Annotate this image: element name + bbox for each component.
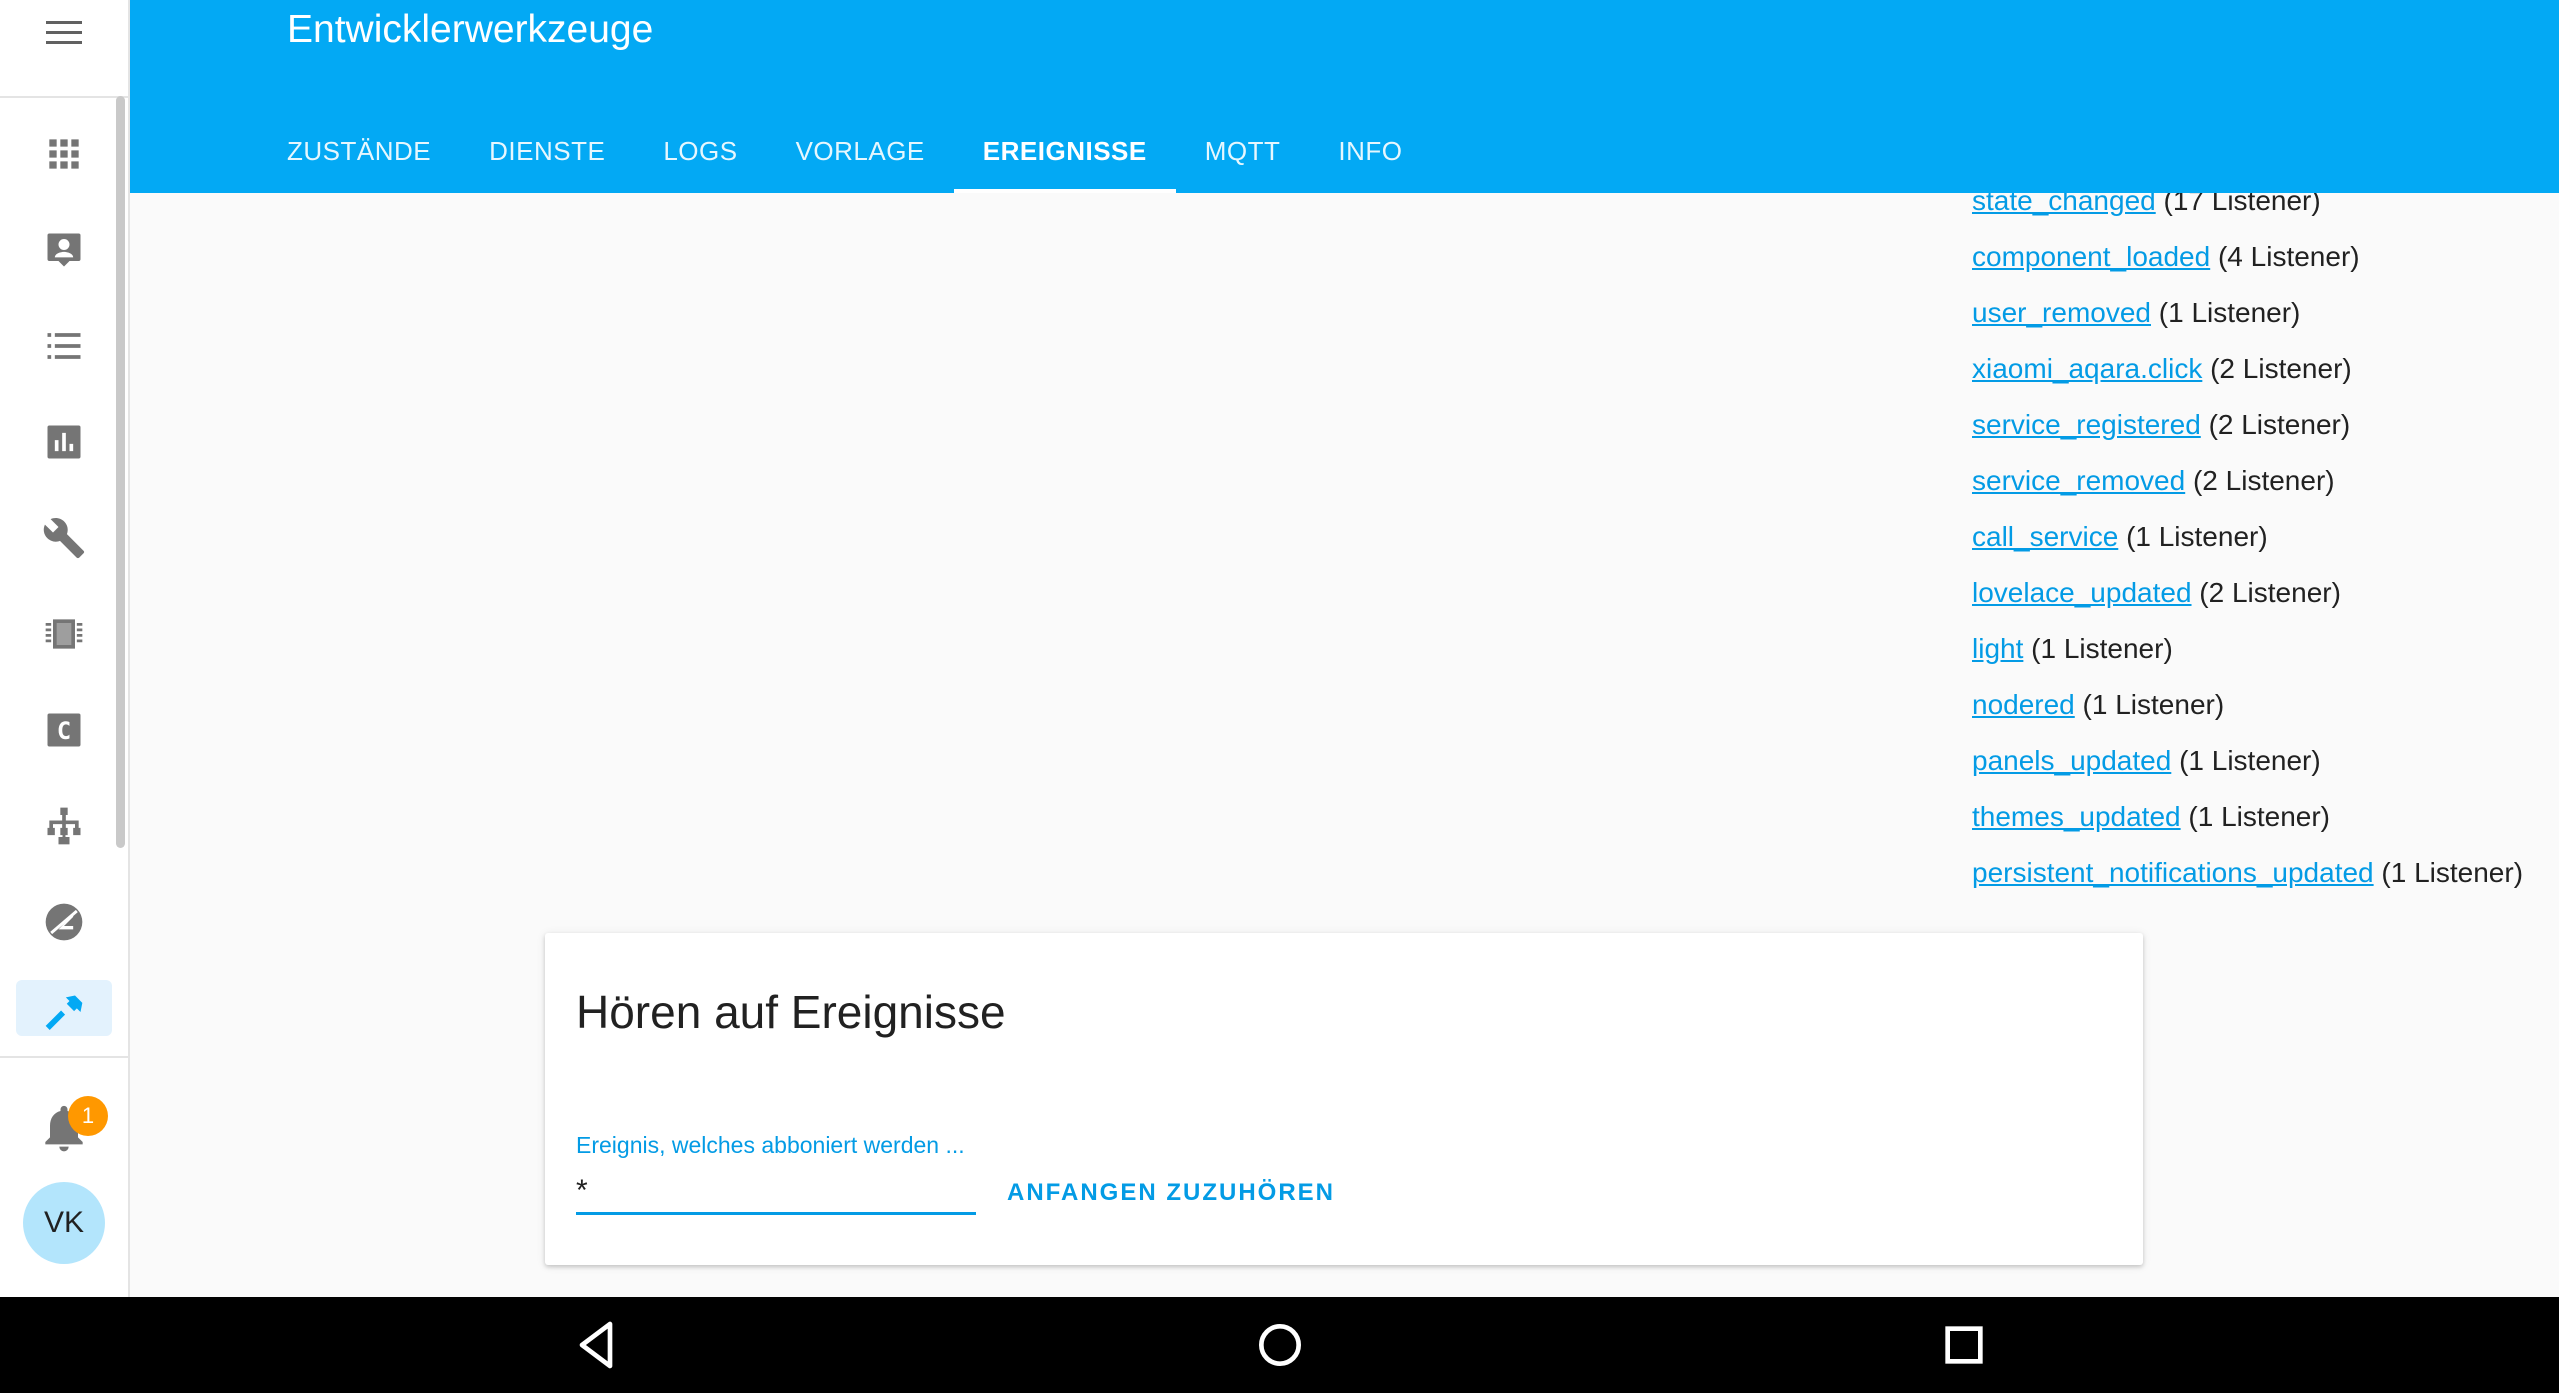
- list-icon: [47, 333, 81, 359]
- sidebar-item-esphome[interactable]: [16, 602, 112, 666]
- start-listening-button[interactable]: ANFANGEN ZUZUHÖREN: [997, 1173, 1345, 1213]
- listener-count: (1 Listener): [2082, 689, 2225, 720]
- tab-logs[interactable]: LOGS: [634, 110, 766, 193]
- sidebar-item-configuration[interactable]: [16, 506, 112, 570]
- card-title: Hören auf Ereignisse: [576, 986, 1006, 1038]
- tab-bar: ZUSTÄNDE DIENSTE LOGS VORLAGE EREIGNISSE…: [258, 110, 1431, 193]
- page-title: Entwicklerwerkzeuge: [287, 8, 654, 51]
- event-link[interactable]: xiaomi_aqara.click: [1972, 353, 2202, 384]
- home-icon[interactable]: [1252, 1317, 1308, 1373]
- listener-count: (2 Listener): [2210, 353, 2352, 384]
- hammer-icon: [45, 995, 83, 1030]
- event-link[interactable]: call_service: [1972, 521, 2118, 552]
- tab-ereignisse[interactable]: EREIGNISSE: [953, 110, 1176, 193]
- listener-count: (2 Listener): [2192, 465, 2335, 496]
- sidebar-scrollbar[interactable]: [116, 96, 125, 848]
- list-item: xiaomi_aqara.click (2 Listener): [1972, 346, 2523, 402]
- listener-count: (1 Listener): [2158, 297, 2301, 328]
- list-item: nodered (1 Listener): [1972, 682, 2523, 738]
- tab-zustaende[interactable]: ZUSTÄNDE: [258, 110, 460, 193]
- sidebar-item-developer-tools[interactable]: [16, 980, 112, 1036]
- list-item: persistent_notifications_updated (1 List…: [1972, 850, 2523, 906]
- c-box-icon: C: [47, 713, 81, 747]
- wrench-icon: [43, 518, 85, 559]
- chip-icon: [45, 619, 83, 649]
- event-link[interactable]: light: [1972, 633, 2023, 664]
- person-card-icon: [47, 233, 81, 267]
- sidebar-item-zwave[interactable]: [16, 890, 112, 954]
- event-link[interactable]: persistent_notifications_updated: [1972, 857, 2374, 888]
- event-link[interactable]: user_removed: [1972, 297, 2151, 328]
- listener-count: (4 Listener): [2217, 241, 2360, 272]
- event-type-input[interactable]: [576, 1169, 976, 1215]
- sidebar-item-code[interactable]: C: [16, 698, 112, 762]
- sidebar-divider: [0, 1056, 128, 1058]
- sidebar-item-node-red[interactable]: [16, 794, 112, 858]
- listener-count: (1 Listener): [2188, 801, 2331, 832]
- list-item: light (1 Listener): [1972, 626, 2523, 682]
- back-icon[interactable]: [568, 1317, 624, 1373]
- z-wave-icon: [45, 903, 83, 941]
- network-icon: [47, 807, 81, 845]
- event-link[interactable]: service_removed: [1972, 465, 2185, 496]
- listener-count: (2 Listener): [2199, 577, 2341, 608]
- tab-mqtt[interactable]: MQTT: [1176, 110, 1310, 193]
- event-link[interactable]: component_loaded: [1972, 241, 2210, 272]
- listener-count: (2 Listener): [2208, 409, 2351, 440]
- listener-count: (1 Listener): [2031, 633, 2173, 664]
- sidebar-item-logbook[interactable]: [16, 314, 112, 378]
- notification-badge: 1: [68, 1096, 108, 1136]
- event-field-label: Ereignis, welches abboniert werden ...: [576, 1132, 965, 1158]
- system-nav-bar: [0, 1297, 2559, 1393]
- list-item: user_removed (1 Listener): [1972, 290, 2523, 346]
- avatar[interactable]: VK: [23, 1182, 105, 1264]
- chart-icon: [47, 425, 81, 459]
- listener-count: (1 Listener): [2179, 745, 2321, 776]
- svg-text:C: C: [57, 717, 71, 745]
- list-item: call_service (1 Listener): [1972, 514, 2523, 570]
- menu-icon: [46, 21, 82, 44]
- tab-dienste[interactable]: DIENSTE: [460, 110, 634, 193]
- menu-button[interactable]: [0, 0, 128, 98]
- apps-icon: [49, 139, 79, 169]
- list-item: panels_updated (1 Listener): [1972, 738, 2523, 794]
- listener-count: (1 Listener): [2381, 857, 2524, 888]
- list-item: component_loaded (4 Listener): [1972, 234, 2523, 290]
- app-header: Entwicklerwerkzeuge ZUSTÄNDE DIENSTE LOG…: [130, 0, 2559, 193]
- list-item: lovelace_updated (2 Listener): [1972, 570, 2523, 626]
- sidebar-item-overview[interactable]: [16, 122, 112, 186]
- event-link[interactable]: service_registered: [1972, 409, 2201, 440]
- sidebar-item-map[interactable]: [16, 218, 112, 282]
- event-link[interactable]: lovelace_updated: [1972, 577, 2192, 608]
- event-list: state_changed (17 Listener) component_lo…: [1972, 178, 2523, 906]
- tab-vorlage[interactable]: VORLAGE: [767, 110, 954, 193]
- listen-events-card: Hören auf Ereignisse Ereignis, welches a…: [545, 933, 2143, 1265]
- sidebar: C 1 VK: [0, 0, 130, 1297]
- list-item: themes_updated (1 Listener): [1972, 794, 2523, 850]
- tab-info[interactable]: INFO: [1309, 110, 1431, 193]
- sidebar-item-history[interactable]: [16, 410, 112, 474]
- list-item: service_registered (2 Listener): [1972, 402, 2523, 458]
- event-link[interactable]: themes_updated: [1972, 801, 2181, 832]
- list-item: service_removed (2 Listener): [1972, 458, 2523, 514]
- listener-count: (1 Listener): [2126, 521, 2268, 552]
- event-link[interactable]: panels_updated: [1972, 745, 2171, 776]
- recents-icon[interactable]: [1936, 1317, 1992, 1373]
- event-link[interactable]: nodered: [1972, 689, 2075, 720]
